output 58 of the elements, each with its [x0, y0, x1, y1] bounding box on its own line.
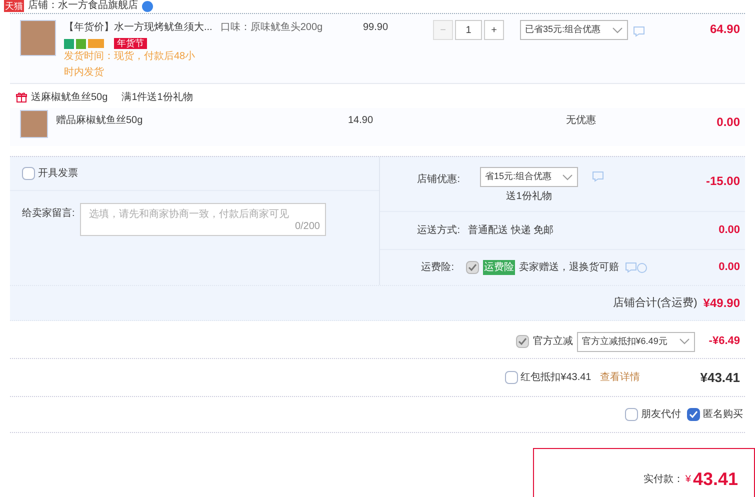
shop-discount-amount: -15.00 — [706, 173, 740, 190]
shop-discount-label: 店铺优惠: — [416, 172, 460, 187]
insurance-amount: 0.00 — [718, 260, 740, 276]
pay-currency: ¥ — [685, 472, 691, 486]
shop-total-amount: ¥49.90 — [703, 295, 740, 312]
store-badge: 天猫 — [4, 0, 24, 12]
gift-header: 送麻椒鱿鱼丝50g — [31, 90, 108, 104]
pay-amount: 43.41 — [692, 468, 738, 490]
deduction-amount: ¥43.41 — [700, 368, 740, 387]
item-total: 64.90 — [710, 21, 740, 38]
option-label: 匿名购买 — [703, 408, 743, 422]
chat-icon[interactable] — [625, 262, 637, 273]
shipping-note: 发货时间：现货，付款后48小时内发货 — [64, 50, 196, 80]
delivery-amount: 0.00 — [718, 223, 740, 238]
shop-discount-dropdown[interactable]: 省15元:组合优惠 — [480, 167, 578, 187]
pay-label: 实付款： — [643, 472, 684, 486]
invoice-label: 开具发票 — [38, 167, 78, 181]
delivery-label: 运送方式: — [416, 224, 460, 238]
checkbox[interactable] — [625, 408, 638, 421]
quantity-field[interactable]: 1 — [455, 20, 482, 40]
gift-discount: 无优惠 — [566, 114, 596, 128]
chat-icon[interactable] — [592, 171, 604, 182]
message-label: 给卖家留言: — [22, 206, 76, 221]
gift-title: 赠品麻椒鱿鱼丝50g — [56, 114, 144, 128]
option-label: 朋友代付 — [641, 408, 681, 422]
discount-dropdown[interactable]: 已省35元:组合优惠 — [520, 20, 628, 40]
insurance-badge: 运费险 — [483, 260, 515, 275]
shop-total-label: 店铺合计(含运费) — [612, 296, 698, 311]
checkbox[interactable] — [687, 408, 700, 421]
official-discount-amount: -¥6.49 — [708, 334, 740, 350]
product-photo-placeholder — [20, 110, 48, 138]
caret-icon — [562, 174, 573, 180]
chat-icon[interactable] — [633, 26, 645, 37]
checkbox[interactable] — [516, 335, 529, 348]
promo-tag: 年货节 — [114, 38, 147, 49]
insurance-text: 卖家赠送，退换货可赔 — [519, 260, 619, 275]
product-photo-placeholder — [20, 20, 56, 56]
gift-note: 送1份礼物 — [506, 190, 552, 204]
insurance-label: 运费险: — [420, 260, 454, 275]
official-discount-label: 官方立减 — [532, 334, 573, 349]
caret-icon — [678, 338, 690, 345]
product-title[interactable]: 【年货价】水一方现烤鱿鱼须大... — [64, 20, 212, 35]
help-icon[interactable] — [637, 262, 647, 272]
checkbox[interactable] — [22, 167, 35, 180]
delivery-method: 普通配送 快递 免邮 — [468, 224, 554, 238]
product-spec: 口味：原味鱿鱼头200g — [220, 20, 323, 35]
gift-rule: 满1件送1份礼物 — [122, 90, 193, 104]
character-counter: 0/200 — [294, 220, 320, 234]
unit-price: 99.90 — [363, 21, 390, 35]
caret-icon — [612, 26, 623, 34]
checkbox[interactable] — [504, 371, 518, 384]
gift-icon — [16, 92, 27, 102]
gift-total: 0.00 — [716, 114, 740, 131]
gift-price: 14.90 — [348, 114, 374, 128]
packet-deduction-label: 红包抵扣¥43.41 — [520, 370, 592, 385]
checkbox[interactable] — [466, 261, 479, 274]
increase-button[interactable]: + — [484, 20, 504, 40]
official-discount-dropdown[interactable]: 官方立减抵扣¥6.49元 — [576, 332, 695, 352]
